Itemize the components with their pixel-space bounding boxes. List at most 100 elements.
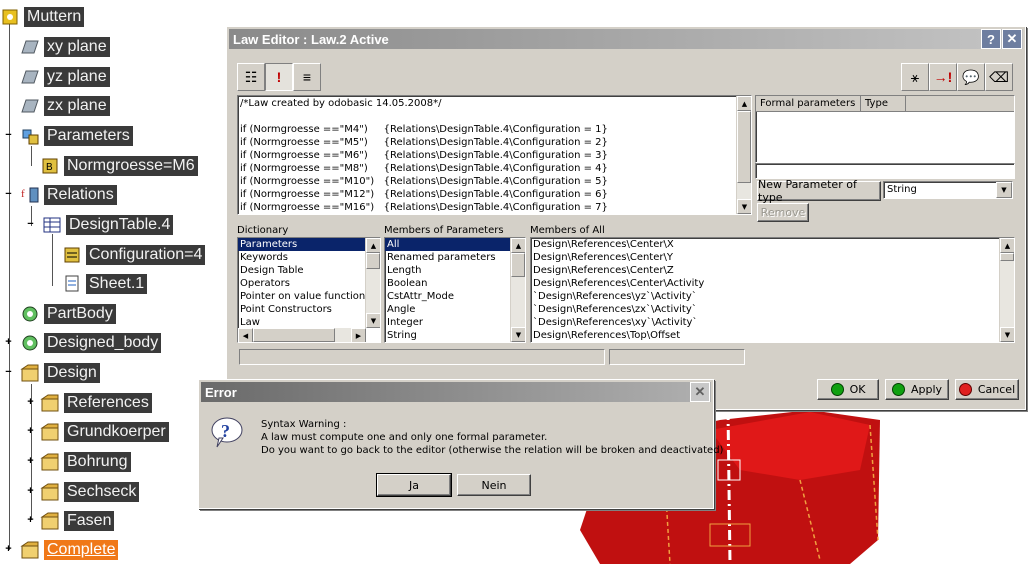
tool-edit-button[interactable]: ☷ <box>237 63 265 91</box>
help-button[interactable]: ? <box>981 29 1001 49</box>
dictionary-hscrollbar[interactable]: ◀ ▶ <box>238 328 366 342</box>
dictionary-item[interactable]: Design Table <box>238 264 380 277</box>
scroll-down-button[interactable]: ▼ <box>737 199 751 214</box>
members-all-item[interactable]: Design\References\Center\X <box>531 238 1014 251</box>
scroll-up-button[interactable]: ▲ <box>1000 238 1014 253</box>
tree-item-relations[interactable]: f Relations <box>20 183 117 207</box>
remove-button[interactable]: Remove <box>757 203 809 222</box>
expand-toggle[interactable]: + <box>26 456 35 467</box>
expand-toggle[interactable]: + <box>26 397 35 408</box>
dictionary-item[interactable]: Point Constructors <box>238 303 380 316</box>
scroll-thumb[interactable] <box>737 111 751 183</box>
error-titlebar[interactable]: Error <box>201 382 711 402</box>
members-params-item[interactable]: All <box>385 238 525 251</box>
scroll-thumb[interactable] <box>253 328 335 342</box>
formal-params-header[interactable]: Formal parameters <box>756 96 861 111</box>
collapse-toggle[interactable]: − <box>4 189 13 200</box>
expand-toggle[interactable]: + <box>26 515 35 526</box>
tree-item-partbody[interactable]: PartBody <box>20 302 116 326</box>
scroll-thumb[interactable] <box>511 253 525 277</box>
scroll-down-button[interactable]: ▼ <box>511 327 525 342</box>
expand-toggle[interactable]: + <box>4 337 13 348</box>
error-close-button[interactable]: ✕ <box>690 382 710 402</box>
cancel-button[interactable]: Cancel <box>955 379 1019 400</box>
members-params-item[interactable]: String <box>385 329 525 342</box>
members-all-item[interactable]: `Design\References\yz`\Activity` <box>531 290 1014 303</box>
dictionary-item[interactable]: Pointer on value functions <box>238 290 380 303</box>
law-code-editor[interactable]: /*Law created by odobasic 14.05.2008*/ if… <box>237 95 752 215</box>
members-params-item[interactable]: Boolean <box>385 277 525 290</box>
tree-item-designed-body[interactable]: Designed_body <box>20 331 162 355</box>
yes-button[interactable]: Ja <box>376 473 452 497</box>
tool-check-button[interactable]: ! <box>265 63 293 91</box>
tool-list-button[interactable]: ≡ <box>293 63 321 91</box>
members-params-scrollbar[interactable]: ▲ ▼ <box>510 238 525 342</box>
scroll-down-button[interactable]: ▼ <box>1000 327 1014 342</box>
members-params-item[interactable]: Angle <box>385 303 525 316</box>
members-params-item[interactable]: Renamed parameters <box>385 251 525 264</box>
expand-toggle[interactable]: + <box>4 544 13 555</box>
scroll-right-button[interactable]: ▶ <box>351 328 366 342</box>
members-all-item[interactable]: `Design\References\xy`\Activity` <box>531 316 1014 329</box>
tree-item-design[interactable]: Design <box>20 361 100 385</box>
tree-item-yz-plane[interactable]: yz plane <box>20 65 110 89</box>
tree-item-configuration[interactable]: Configuration=4 <box>62 243 206 267</box>
collapse-toggle[interactable]: − <box>4 130 13 141</box>
members-params-item[interactable]: Integer <box>385 316 525 329</box>
tree-item-muttern[interactable]: Muttern <box>0 5 85 29</box>
dictionary-item[interactable]: Parameters <box>238 238 380 251</box>
tool-select-button[interactable]: ⚹ <box>901 63 929 91</box>
tree-item-zx-plane[interactable]: zx plane <box>20 94 110 118</box>
ok-button[interactable]: OK <box>817 379 879 400</box>
tree-item-parameters[interactable]: Parameters <box>20 124 133 148</box>
scroll-down-button[interactable]: ▼ <box>366 313 380 328</box>
dictionary-scrollbar[interactable]: ▲ ▼ <box>365 238 380 328</box>
tree-item-fasen[interactable]: Fasen <box>40 509 115 533</box>
members-all-scrollbar[interactable]: ▲ ▼ <box>999 238 1014 342</box>
members-all-item[interactable]: Design\References\Top\Offset <box>531 329 1014 342</box>
members-all-item[interactable]: Design\References\Center\Y <box>531 251 1014 264</box>
tree-item-normgroesse[interactable]: B Normgroesse=M6 <box>40 154 198 178</box>
no-button[interactable]: Nein <box>457 474 531 496</box>
tree-item-grundkoerper[interactable]: Grundkoerper <box>40 420 169 444</box>
members-all-item[interactable]: `Design\References\zx`\Activity` <box>531 303 1014 316</box>
scroll-up-button[interactable]: ▲ <box>511 238 525 253</box>
tree-item-xy-plane[interactable]: xy plane <box>20 35 110 59</box>
tree-item-sheet[interactable]: Sheet.1 <box>62 272 148 296</box>
parameter-type-select[interactable]: String ▼ <box>883 181 1013 199</box>
tree-item-references[interactable]: References <box>40 391 152 415</box>
members-params-item[interactable]: CstAttr_Mode <box>385 290 525 303</box>
members-params-list[interactable]: All Renamed parameters Length Boolean CstAtt… <box>384 237 526 343</box>
collapse-toggle[interactable]: − <box>4 367 13 378</box>
tool-erase-button[interactable]: ⌫ <box>985 63 1013 91</box>
apply-button[interactable]: Apply <box>885 379 949 400</box>
tree-item-sechseck[interactable]: Sechseck <box>40 480 140 504</box>
members-all-item[interactable]: Design\References\Center\Z <box>531 264 1014 277</box>
scroll-thumb[interactable] <box>1000 253 1014 261</box>
expand-toggle[interactable]: + <box>26 486 35 497</box>
chevron-down-icon[interactable]: ▼ <box>996 182 1012 198</box>
scroll-left-button[interactable]: ◀ <box>238 328 253 342</box>
dictionary-list[interactable]: Parameters Keywords Design Table Operators P… <box>237 237 381 343</box>
members-all-list[interactable]: Design\References\Center\X Design\Referen… <box>530 237 1015 343</box>
tree-item-bohrung[interactable]: Bohrung <box>40 450 131 474</box>
code-scrollbar[interactable]: ▲ ▼ <box>736 96 751 214</box>
dictionary-item[interactable]: Operators <box>238 277 380 290</box>
close-button[interactable]: ✕ <box>1002 29 1022 49</box>
tree-item-complete[interactable]: Complete <box>20 538 119 562</box>
members-params-item[interactable]: Length <box>385 264 525 277</box>
scroll-thumb[interactable] <box>366 253 380 269</box>
formal-parameters-table[interactable]: Formal parameters Type <box>755 95 1015 163</box>
dictionary-item[interactable]: Keywords <box>238 251 380 264</box>
members-all-item[interactable]: Design\References\Center\Activity <box>531 277 1014 290</box>
new-parameter-button[interactable]: New Parameter of type <box>757 178 881 204</box>
tree-item-designtable[interactable]: DesignTable.4 <box>42 213 174 237</box>
law-editor-titlebar[interactable]: Law Editor : Law.2 Active <box>229 29 1023 49</box>
scroll-up-button[interactable]: ▲ <box>366 238 380 253</box>
formal-parameter-value[interactable] <box>755 163 1015 179</box>
expand-toggle[interactable]: + <box>26 426 35 437</box>
tool-comment-button[interactable]: 💬 <box>957 63 985 91</box>
scroll-up-button[interactable]: ▲ <box>737 96 751 111</box>
type-header[interactable]: Type <box>861 96 906 111</box>
tool-goto-error-button[interactable]: →! <box>929 63 957 91</box>
